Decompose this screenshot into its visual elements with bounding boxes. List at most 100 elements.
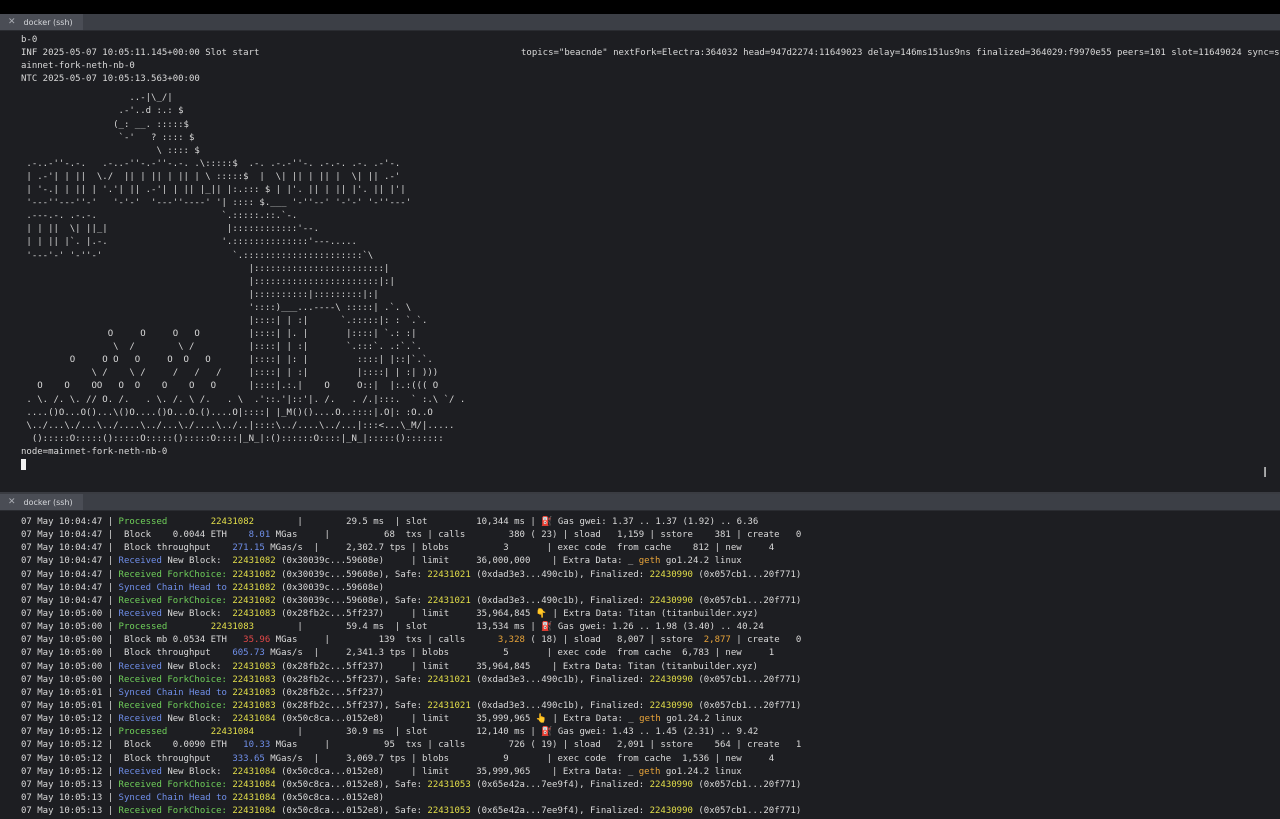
close-icon[interactable]: ✕	[8, 17, 16, 27]
log-segment: 22431021	[427, 595, 471, 606]
tab-title: docker (ssh)	[23, 497, 73, 507]
log-line: 07 May 10:05:00 | Received New Block: 22…	[21, 661, 1280, 674]
node-line: node=mainnet-fork-neth-nb-0	[21, 446, 168, 457]
log-segment: 22430990	[649, 674, 693, 685]
log-segment: 07 May 10:05:00 |	[21, 622, 119, 633]
log-segment: 22431053	[427, 806, 471, 817]
log-segment: Gas gwei: 1.26 .. 1.98 (3.40) .. 40.24	[552, 622, 764, 633]
log-segment: Gas gwei: 1.43 .. 1.45 (2.31) .. 9.42	[552, 727, 759, 738]
log-segment: Received ForkChoice:	[118, 569, 227, 580]
log-segment: Received	[118, 714, 162, 725]
log-segment: 8.01	[248, 530, 271, 541]
log-segment: (0x28fb2c...5ff237), Safe:	[275, 700, 428, 711]
terminal-cursor	[21, 459, 26, 470]
log-segment: Processed	[118, 517, 168, 527]
log-segment: 22431084	[232, 792, 276, 803]
log-segment: Received ForkChoice:	[118, 779, 227, 790]
log-segment: 07 May 10:04:47 |	[21, 517, 119, 527]
close-icon[interactable]: ✕	[8, 497, 16, 507]
log-segment: 605.73	[232, 648, 265, 659]
log-message: INF 2025-05-07 10:05:11.145+00:00 Slot s…	[21, 48, 260, 59]
log-segment: 22430990	[649, 595, 693, 606]
log-segment: 22431021	[427, 674, 471, 685]
log-segment: 07 May 10:04:47 | Block 0.0044 ETH	[21, 530, 249, 541]
log-line: b-0	[21, 35, 38, 45]
log-segment: 22431084	[210, 727, 255, 738]
log-segment: 22431082	[232, 595, 276, 606]
text-cursor-icon: Ⅰ	[1263, 466, 1267, 481]
terminal-pane-bottom[interactable]: ✕ docker (ssh) 07 May 10:04:47 | Process…	[0, 494, 1280, 819]
tab-docker-ssh-bottom[interactable]: ✕ docker (ssh)	[0, 494, 83, 510]
log-line: 07 May 10:04:47 | Block 0.0044 ETH 8.01 …	[21, 529, 1280, 542]
log-segment: 07 May 10:04:47 |	[21, 582, 119, 593]
log-segment: 07 May 10:04:47 | Block throughput	[21, 543, 233, 554]
log-line: NTC 2025-05-07 10:05:13.563+00:00	[21, 74, 200, 85]
log-segment: (0x50c8ca...0152e8), Safe:	[275, 779, 428, 790]
log-segment: 07 May 10:05:12 |	[21, 766, 119, 777]
log-segment: 22431021	[427, 700, 471, 711]
log-segment: (0x50c8ca...0152e8) | limit 35,999,965 |…	[275, 766, 639, 777]
log-segment: MGas | 95 txs | calls 726 ( 19) | sload …	[270, 740, 802, 751]
log-segment: 07 May 10:05:13 |	[21, 779, 119, 790]
log-segment: (0xdad3e3...490c1b), Finalized:	[470, 674, 650, 685]
log-line: 07 May 10:04:47 | Received New Block: 22…	[21, 555, 1280, 568]
log-line: 07 May 10:04:47 | Processed 22431082 | 2…	[21, 516, 1280, 529]
tab-bar: ✕ docker (ssh)	[0, 494, 1280, 511]
log-segment: MGas | 139 txs | calls	[270, 635, 498, 646]
log-line: 07 May 10:05:12 | Received New Block: 22…	[21, 766, 1280, 779]
log-segment: (0x50c8ca...0152e8), Safe:	[275, 806, 428, 817]
log-line: 07 May 10:05:00 | Block throughput 605.7…	[21, 647, 1280, 660]
log-segment: 07 May 10:05:01 |	[21, 700, 119, 711]
ascii-art-banner: ..-|\_/| .-'..d :.: $ (_: __. :::::$ `-'…	[26, 93, 466, 444]
log-segment: go1.24.2 linux	[660, 556, 742, 567]
log-segment: 07 May 10:05:01 |	[21, 687, 119, 698]
log-segment: 👆	[535, 714, 548, 725]
log-segment	[167, 727, 210, 737]
log-segment: 22431083	[232, 687, 276, 698]
prompt-line[interactable]	[21, 459, 1280, 472]
log-segment: 07 May 10:05:00 | Block throughput	[21, 648, 233, 659]
log-segment: 22431083	[210, 622, 255, 633]
log-segment: Received ForkChoice:	[118, 595, 227, 606]
log-segment: (0x30039c...59608e)	[275, 582, 385, 593]
log-segment: (0xdad3e3...490c1b), Finalized:	[470, 595, 650, 606]
log-line: 07 May 10:05:00 | Received New Block: 22…	[21, 608, 1280, 621]
log-segment: 22431083	[232, 700, 276, 711]
log-segment: 2,877	[703, 635, 731, 646]
log-segment: 07 May 10:05:12 |	[21, 714, 119, 725]
log-line: 07 May 10:05:13 | Synced Chain Head to 2…	[21, 792, 1280, 805]
log-segment: MGas/s | 2,302.7 tps | blobs 3 | exec co…	[264, 543, 775, 554]
log-segment: 22430990	[649, 779, 693, 790]
log-segment	[167, 622, 210, 632]
log-segment: Synced Chain Head to	[118, 582, 227, 593]
log-segment: (0x057cb1...20f771)	[692, 595, 802, 606]
log-segment: 07 May 10:05:00 |	[21, 674, 119, 685]
log-segment: (0x28fb2c...5ff237)	[275, 687, 385, 698]
log-segment: | Extra Data: Titan (titanbuilder.xyz)	[547, 608, 759, 619]
log-line: 07 May 10:05:01 | Synced Chain Head to 2…	[21, 687, 1280, 700]
log-segment: (0xdad3e3...490c1b), Finalized:	[470, 700, 650, 711]
log-segment: | 59.4 ms | slot 13,534 ms |	[254, 622, 542, 633]
tab-docker-ssh-top[interactable]: ✕ docker (ssh)	[0, 14, 83, 30]
log-segment: 07 May 10:05:00 |	[21, 661, 119, 672]
log-segment: 07 May 10:04:47 |	[21, 556, 119, 567]
log-segment	[167, 517, 210, 527]
log-segment: 07 May 10:05:12 | Block throughput	[21, 753, 233, 764]
log-segment: New Block:	[161, 556, 233, 567]
log-line: 07 May 10:05:13 | Received ForkChoice: 2…	[21, 779, 1280, 792]
log-line: 07 May 10:05:12 | Processed 22431084 | 3…	[21, 726, 1280, 739]
log-segment: 22431083	[232, 661, 276, 672]
log-segment: (0x65e42a...7ee9f4), Finalized:	[470, 806, 650, 817]
log-segment: (0x057cb1...20f771)	[692, 806, 802, 817]
terminal-pane-top[interactable]: ✕ docker (ssh) b-0 INF 2025-05-07 10:05:…	[0, 14, 1280, 492]
log-line: 07 May 10:04:47 | Received ForkChoice: 2…	[21, 569, 1280, 582]
log-segment: 22431083	[232, 608, 276, 619]
log-segment: (0x30039c...59608e), Safe:	[275, 569, 428, 580]
log-segment: 22431084	[232, 766, 276, 777]
log-segment: (0x28fb2c...5ff237), Safe:	[275, 674, 428, 685]
terminal-output-top: b-0 INF 2025-05-07 10:05:11.145+00:00 Sl…	[0, 31, 1280, 472]
log-segment: (0x65e42a...7ee9f4), Finalized:	[470, 779, 650, 790]
log-segment: (0x28fb2c...5ff237) | limit 35,964,845 |…	[275, 661, 758, 672]
log-segment: Processed	[118, 622, 168, 633]
log-segment: | 29.5 ms | slot 10,344 ms |	[254, 517, 542, 527]
